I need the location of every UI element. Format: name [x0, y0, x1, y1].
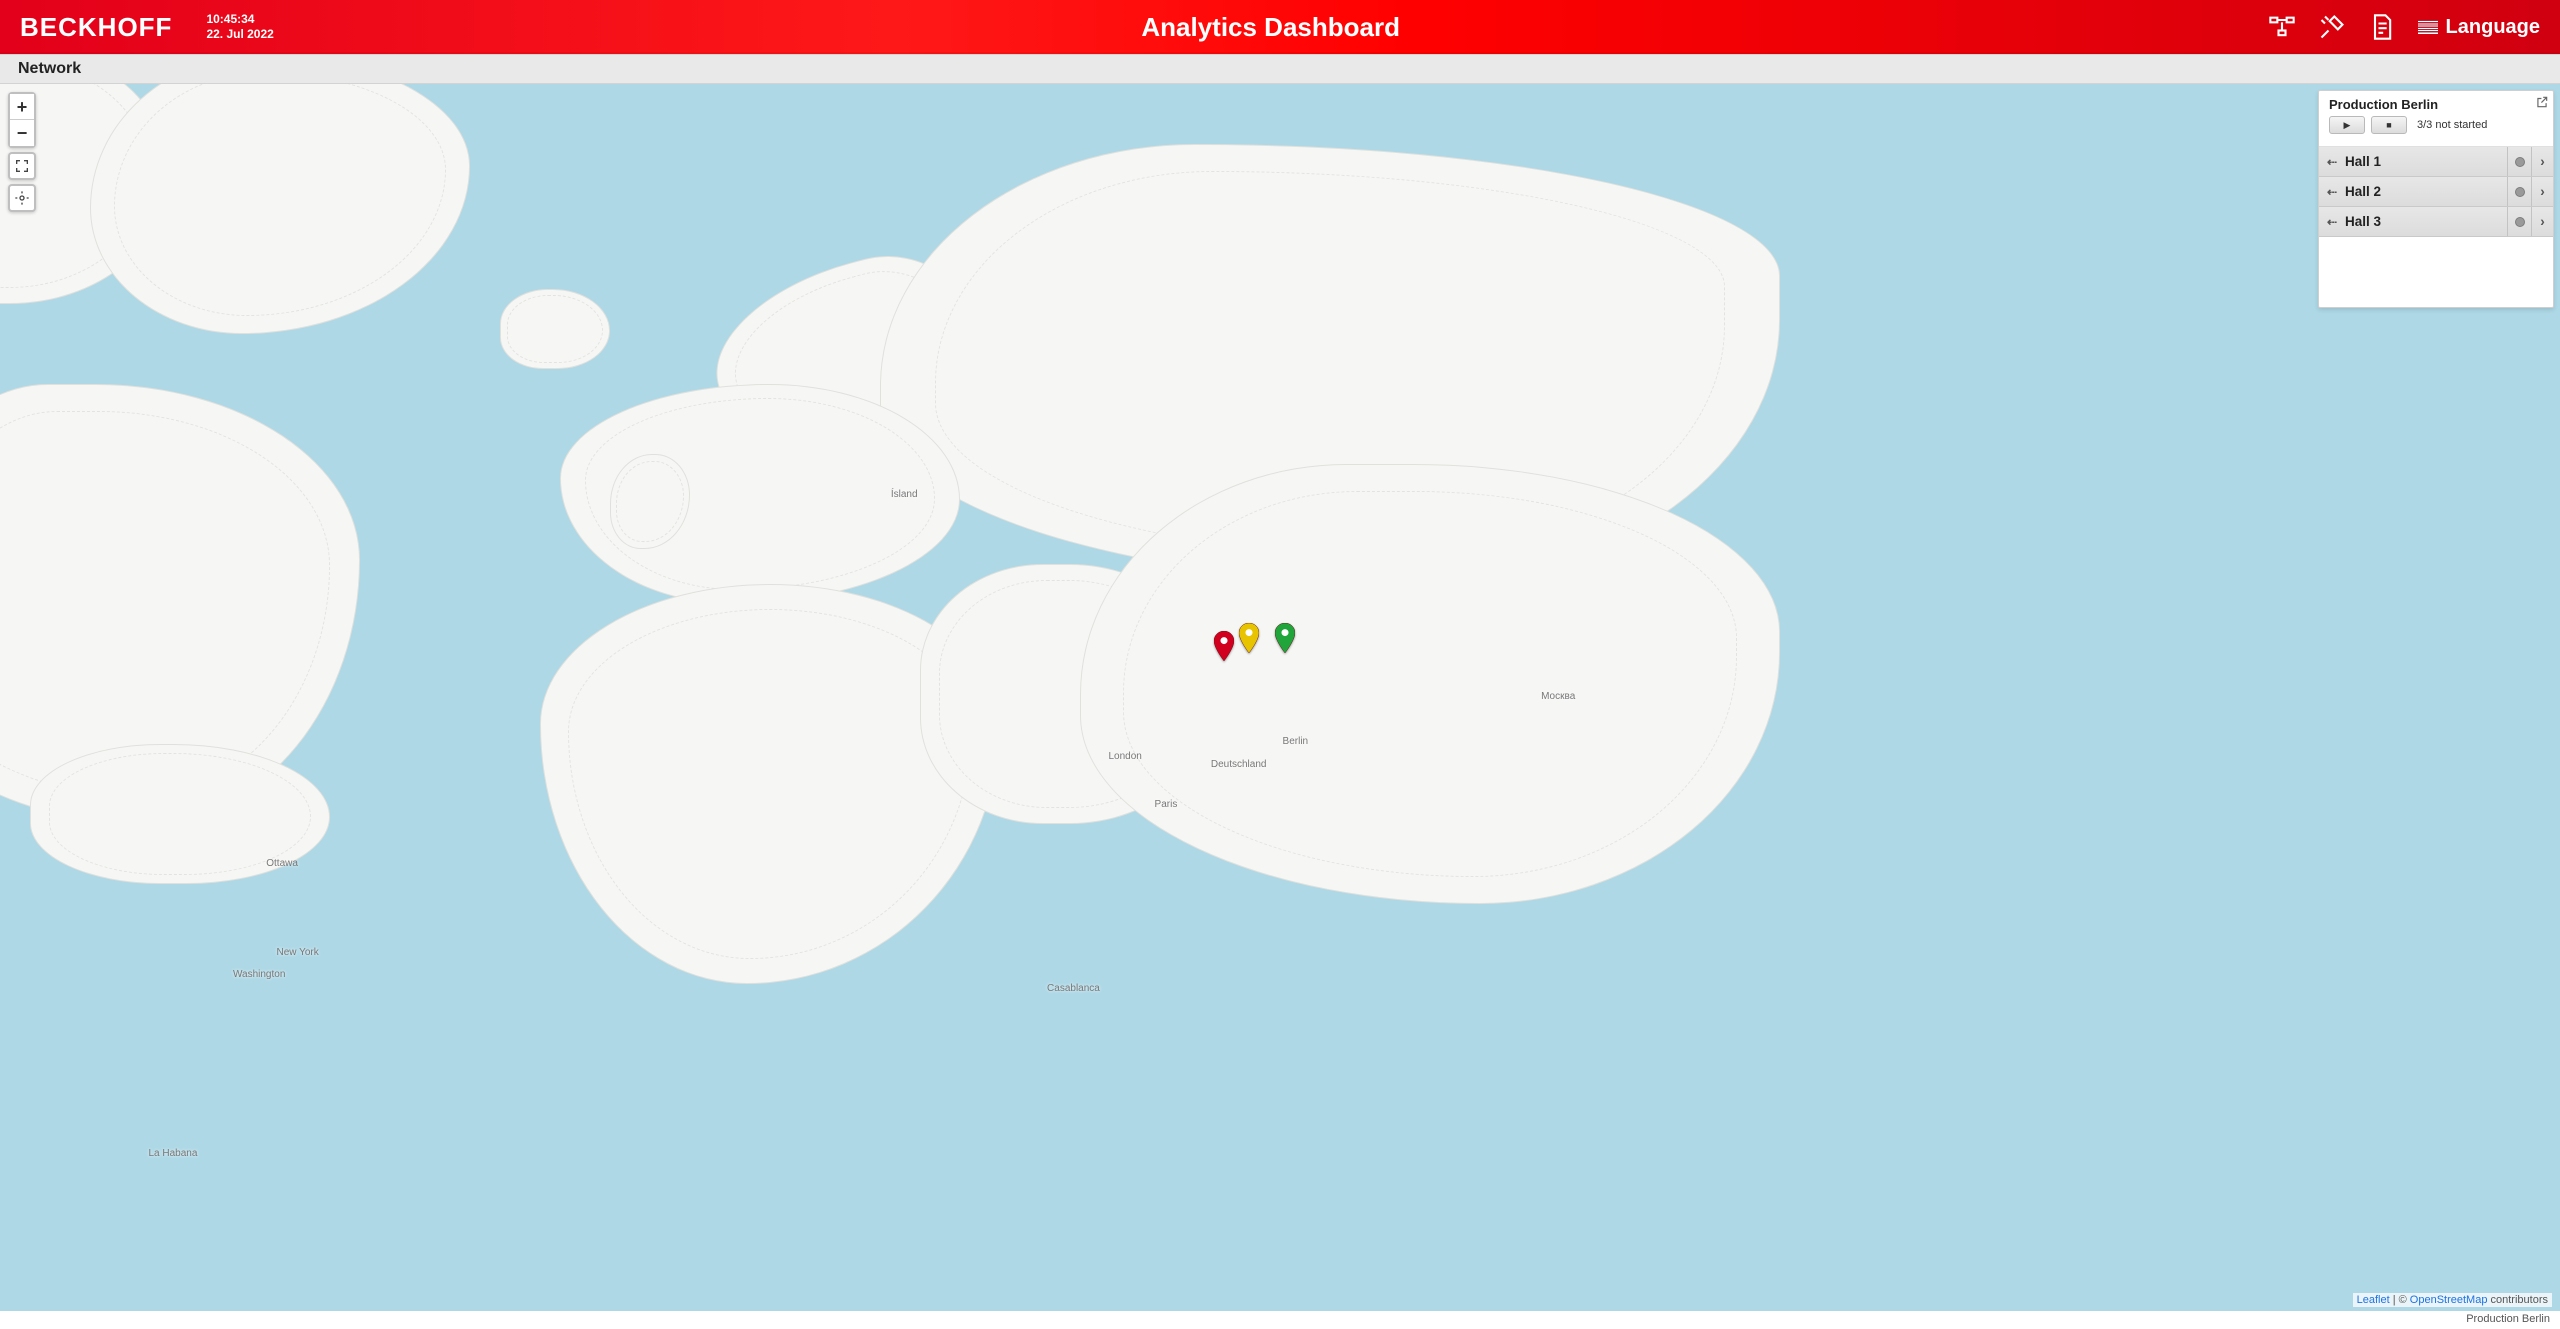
hall-signal-icon: ⇠ [2319, 215, 2345, 229]
chevron-right-icon[interactable]: › [2531, 177, 2553, 206]
header-date: 22. Jul 2022 [206, 27, 273, 42]
map-land [1080, 464, 1780, 904]
hall-status-dot [2507, 147, 2531, 176]
chevron-right-icon[interactable]: › [2531, 147, 2553, 176]
breadcrumb-bar: Network [0, 54, 2560, 84]
breadcrumb-title: Network [18, 60, 81, 78]
map-area[interactable]: + − Leaflet | © OpenStreetMap contributo… [0, 84, 2560, 1311]
map-city-label: Casablanca [1047, 983, 1100, 994]
map-city-label: Deutschland [1211, 759, 1267, 770]
zoom-controls: + − [8, 92, 36, 148]
header-timestamp: 10:45:34 22. Jul 2022 [206, 12, 273, 42]
hall-status-dot [2507, 207, 2531, 236]
map-city-label: La Habana [148, 1148, 197, 1159]
pin-yellow[interactable] [1239, 623, 1259, 653]
flag-icon [2418, 20, 2438, 34]
popout-icon[interactable] [2535, 95, 2549, 109]
language-selector[interactable]: Language [2418, 16, 2540, 39]
play-button[interactable]: ▶ [2329, 116, 2365, 134]
hall-row[interactable]: ⇠ Hall 3 › [2319, 207, 2553, 237]
panel-header: Production Berlin ▶ ■ 3/3 not started [2319, 91, 2553, 138]
map-city-label: Москва [1541, 691, 1575, 702]
pin-green-berlin[interactable] [1275, 623, 1295, 653]
page-title: Analytics Dashboard [274, 12, 2268, 43]
map-city-label: London [1108, 751, 1141, 762]
hall-row[interactable]: ⇠ Hall 1 › [2319, 147, 2553, 177]
hall-signal-icon: ⇠ [2319, 185, 2345, 199]
chevron-right-icon[interactable]: › [2531, 207, 2553, 236]
fullscreen-button[interactable] [8, 152, 36, 180]
hall-signal-icon: ⇠ [2319, 155, 2345, 169]
map-city-label: Ísland [891, 489, 918, 500]
map-city-label: Berlin [1283, 736, 1309, 747]
zoom-in-button[interactable]: + [10, 94, 34, 120]
language-label: Language [2446, 16, 2540, 39]
hall-status-dot [2507, 177, 2531, 206]
zoom-out-button[interactable]: − [10, 120, 34, 146]
hall-label: Hall 2 [2345, 184, 2507, 199]
osm-link[interactable]: OpenStreetMap [2410, 1294, 2488, 1306]
map-land [500, 289, 610, 369]
panel-status: 3/3 not started [2417, 119, 2487, 131]
map-city-label: Washington [233, 969, 285, 980]
footer-breadcrumb: Production Berlin [0, 1311, 2560, 1329]
map-city-label: Paris [1155, 799, 1178, 810]
header-time: 10:45:34 [206, 12, 273, 27]
hall-list: ⇠ Hall 1 › ⇠ Hall 2 › ⇠ Hall 3 › [2319, 146, 2553, 237]
panel-spacer [2319, 237, 2553, 307]
map-city-label: Ottawa [266, 858, 298, 869]
flow-icon[interactable] [2268, 13, 2296, 41]
brand-logo: BECKHOFF [20, 12, 172, 43]
tools-icon[interactable] [2318, 13, 2346, 41]
hall-label: Hall 3 [2345, 214, 2507, 229]
panel-title: Production Berlin [2329, 97, 2543, 112]
pin-red[interactable] [1214, 631, 1234, 661]
hall-row[interactable]: ⇠ Hall 2 › [2319, 177, 2553, 207]
hall-label: Hall 1 [2345, 154, 2507, 169]
locate-button[interactable] [8, 184, 36, 212]
site-panel: Production Berlin ▶ ■ 3/3 not started ⇠ … [2318, 90, 2554, 308]
app-header: BECKHOFF 10:45:34 22. Jul 2022 Analytics… [0, 0, 2560, 54]
header-tools: Language [2268, 13, 2540, 41]
leaflet-link[interactable]: Leaflet [2357, 1294, 2390, 1306]
map-city-label: New York [276, 947, 318, 958]
map-attribution: Leaflet | © OpenStreetMap contributors [2353, 1293, 2552, 1307]
stop-button[interactable]: ■ [2371, 116, 2407, 134]
report-icon[interactable] [2368, 13, 2396, 41]
